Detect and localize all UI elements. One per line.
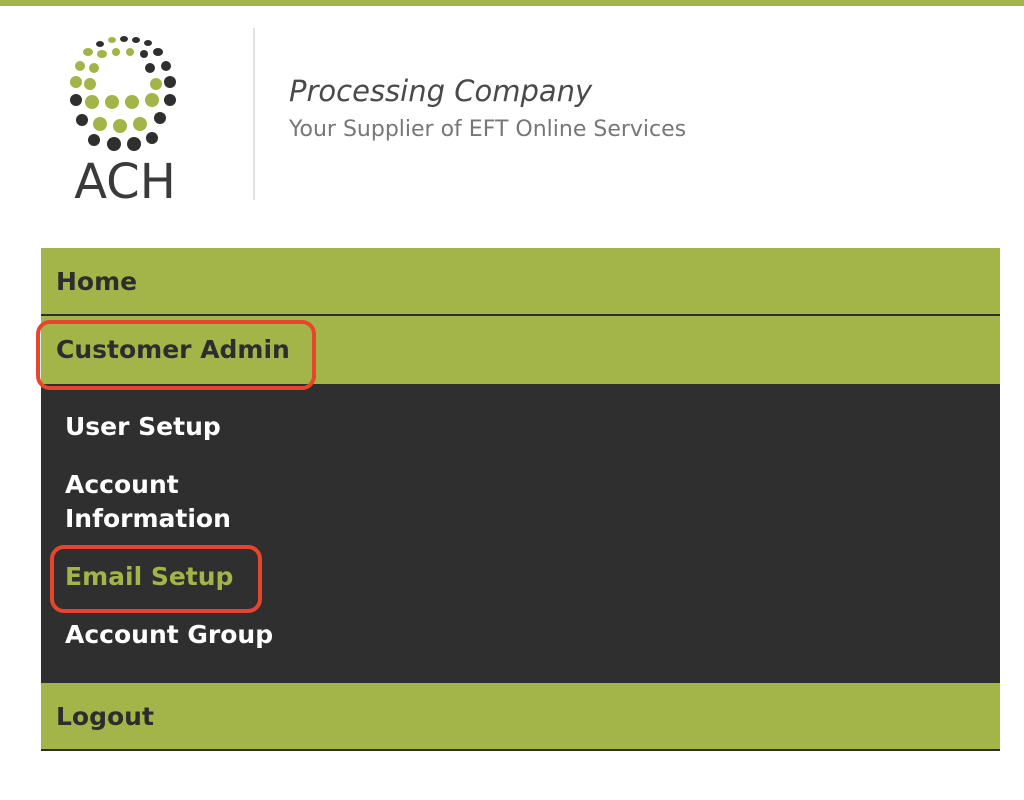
submenu-item-account-information[interactable]: Account Information [65,468,231,536]
customer-admin-submenu: User Setup Account Information Email Set… [41,385,1000,683]
header-divider [253,28,255,200]
ach-logo[interactable]: ACH [60,30,190,210]
submenu-item-user-setup[interactable]: User Setup [65,410,221,444]
logo-text: ACH [74,154,176,210]
submenu-item-email-setup[interactable]: Email Setup [65,560,233,594]
main-nav: Home Customer Admin User Setup Account I… [41,248,1000,751]
logo-dots-icon [70,36,176,151]
nav-item-logout[interactable]: Logout [41,683,1000,751]
nav-item-customer-admin[interactable]: Customer Admin [41,316,1000,385]
nav-item-home[interactable]: Home [41,248,1000,316]
company-name: Processing Company [289,74,593,108]
nav-item-customer-admin-label: Customer Admin [56,335,290,364]
site-header: ACH Processing Company Your Supplier of … [0,6,1024,246]
company-tagline: Your Supplier of EFT Online Services [289,117,687,142]
account-information-line2: Information [65,504,231,533]
submenu-item-account-group[interactable]: Account Group [65,618,273,652]
nav-item-logout-label: Logout [56,702,154,731]
nav-item-home-label: Home [56,267,138,296]
account-information-line1: Account [65,470,179,499]
